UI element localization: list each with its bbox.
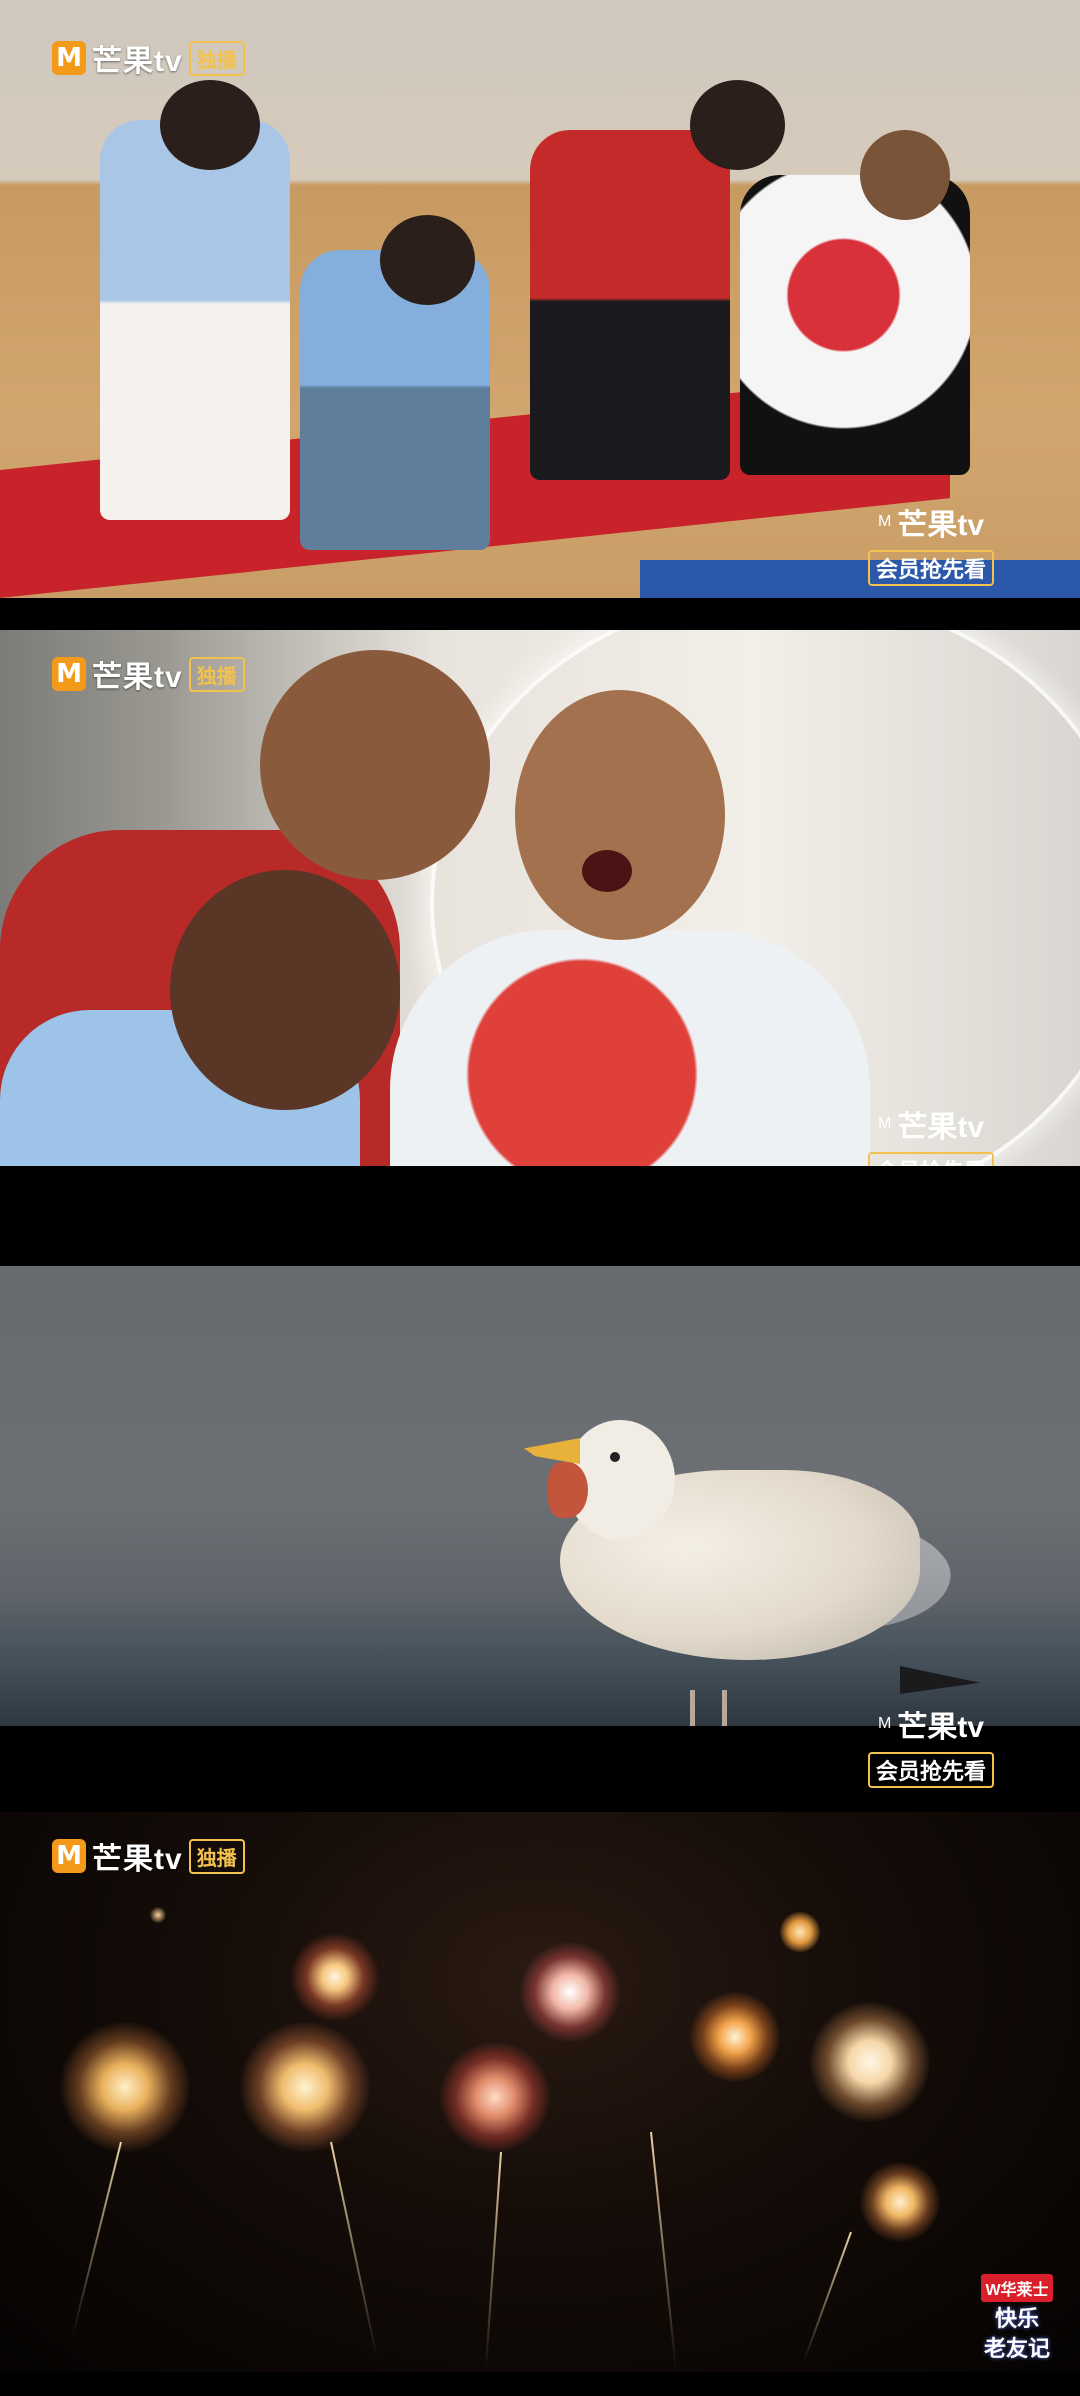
head	[860, 130, 950, 220]
vip-preview-tag: 会员抢先看	[868, 550, 995, 586]
vip-preview-tag: 会员抢先看	[868, 1152, 995, 1166]
exclusive-tag: 独播	[188, 656, 245, 692]
show-title-line-2: 老友记	[983, 2336, 1050, 2361]
firework-burst	[290, 1932, 380, 2022]
person-white-graphic-tee	[740, 175, 970, 475]
mango-tv-watermark-top: M 芒果tv 独播	[52, 36, 245, 80]
exclusive-tag: 独播	[188, 1838, 245, 1874]
head	[380, 215, 475, 305]
person-denim-outfit	[300, 250, 490, 550]
frame-fireworks: M 芒果tv 独播	[0, 1812, 1080, 2372]
seagull-leg	[722, 1690, 727, 1726]
open-mouth	[582, 850, 632, 892]
brand-text: 芒果tv	[92, 45, 183, 78]
brand-text: 芒果tv	[897, 1711, 985, 1744]
mango-tv-logo-icon: M	[52, 1839, 86, 1873]
firework-burst	[60, 2022, 190, 2152]
head	[160, 80, 260, 170]
frame-dancers: M 芒果tv 独播 M 芒果tv 会员抢先看	[0, 0, 1080, 598]
mango-tv-watermark-top: M 芒果tv 独播	[52, 1834, 245, 1878]
head	[170, 870, 400, 1110]
frame-seagull	[0, 1266, 1080, 1726]
brand-text: 芒果tv	[92, 661, 183, 694]
seagull-leg	[690, 1690, 695, 1726]
frame-divider	[0, 1166, 1080, 1266]
firework-burst	[690, 1992, 780, 2082]
firework-burst	[780, 1912, 820, 1952]
frame-screaming-closeup: M 芒果tv 独播 M 芒果tv 会员抢先看	[0, 630, 1080, 1166]
mango-tv-logo-icon: M	[52, 41, 86, 75]
firework-burst	[810, 2002, 930, 2122]
exclusive-tag: 独播	[188, 40, 245, 76]
person-red-shirt	[530, 130, 730, 480]
firework-burst	[520, 1942, 620, 2042]
mango-tv-watermark-top: M 芒果tv 独播	[52, 652, 245, 696]
brand-text: 芒果tv	[897, 509, 985, 542]
mango-tv-watermark-bottom: M 芒果tv 会员抢先看	[868, 500, 995, 586]
show-title-line-1: 快乐	[994, 2306, 1039, 2331]
frame-divider	[0, 598, 1080, 630]
person-white-graphic-tee	[390, 930, 870, 1166]
firework-trail	[71, 2141, 122, 2337]
firework-trail	[484, 2151, 502, 2372]
mango-tv-watermark-bottom: M 芒果tv 会员抢先看	[868, 1102, 995, 1166]
head	[260, 650, 490, 880]
blue-floor-mat	[640, 560, 1080, 598]
sponsor-logo: W华莱士	[981, 2274, 1053, 2302]
brand-text: 芒果tv	[897, 1111, 985, 1144]
mango-tv-logo-icon: M	[878, 1115, 892, 1132]
mango-tv-watermark-bottom: M 芒果tv 会员抢先看	[868, 1702, 995, 1788]
show-logo-badge: W华莱士 快乐 老友记	[972, 2274, 1062, 2362]
vip-preview-tag: 会员抢先看	[868, 1752, 995, 1788]
firework-burst	[240, 2022, 370, 2152]
seagull-open-beak	[548, 1462, 588, 1518]
firework-trail	[650, 2131, 678, 2371]
mango-tv-logo-icon: M	[52, 657, 86, 691]
firework-trail	[330, 2141, 378, 2358]
brand-text: 芒果tv	[92, 1843, 183, 1876]
mango-tv-logo-icon: M	[878, 513, 892, 530]
person-light-blue-shirt	[100, 120, 290, 520]
firework-burst	[150, 1907, 166, 1923]
seagull-eye	[610, 1452, 620, 1462]
firework-burst	[860, 2162, 940, 2242]
firework-trail	[802, 2231, 852, 2364]
head	[690, 80, 785, 170]
mango-tv-logo-icon: M	[878, 1715, 892, 1732]
head-screaming	[515, 690, 725, 940]
firework-burst	[440, 2042, 550, 2152]
